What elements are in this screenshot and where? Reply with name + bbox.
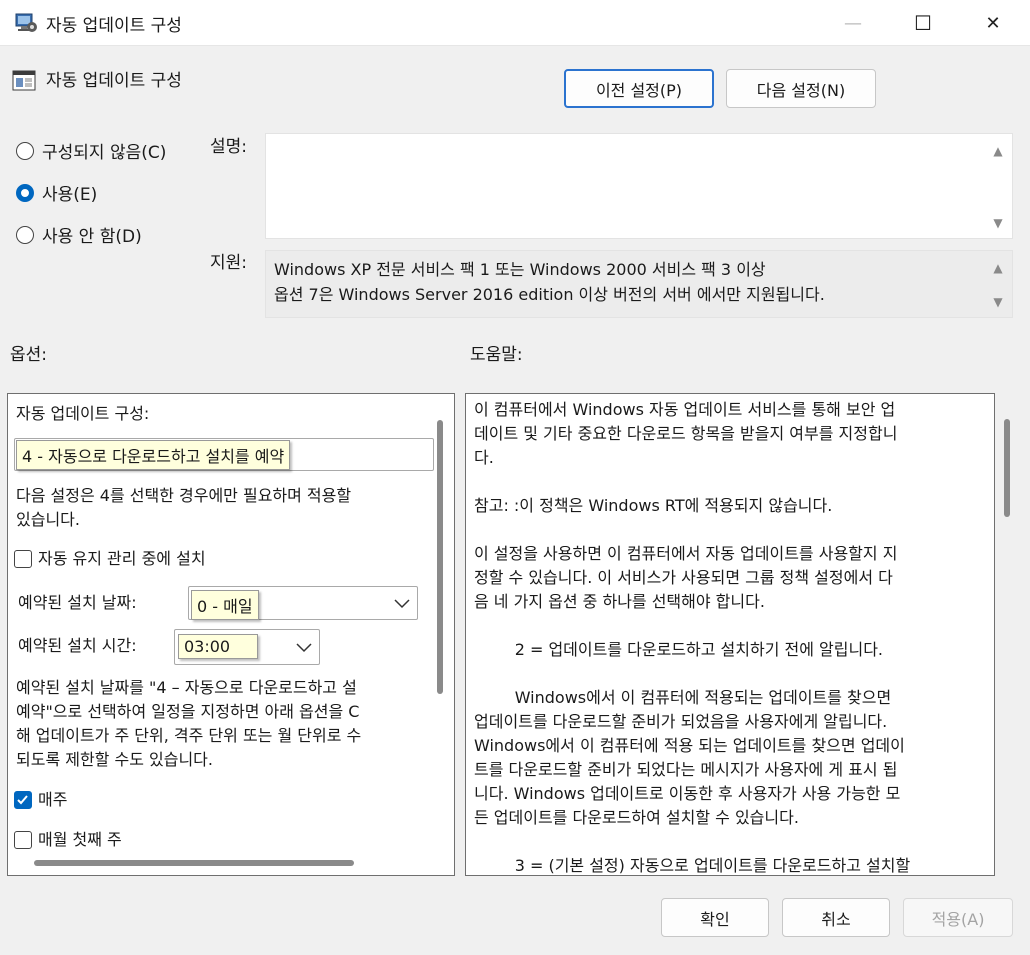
radio-label: 사용(E) xyxy=(42,185,98,205)
install-during-maintenance-label: 자동 유지 관리 중에 설치 xyxy=(38,549,206,568)
close-icon: ✕ xyxy=(985,12,1001,34)
help-paragraph: 이 설정을 사용하면 이 컴퓨터에서 자동 업데이트를 사용할지 지 정할 수 … xyxy=(474,544,898,611)
supported-label: 지원: xyxy=(210,253,248,273)
options-paragraph-line-1: 예약된 설치 날짜를 "4 – 자동으로 다운로드하고 설 xyxy=(16,678,357,697)
weekly-checkbox[interactable]: 매주 xyxy=(14,788,67,812)
options-note-line-2: 있습니다. xyxy=(16,510,80,529)
help-paragraph: 참고: :이 정책은 Windows RT에 적용되지 않습니다. xyxy=(474,496,833,515)
policy-setting-icon xyxy=(12,68,36,92)
description-box[interactable]: ▲ ▼ xyxy=(265,133,1013,239)
supported-box[interactable]: Windows XP 전문 서비스 팩 1 또는 Windows 2000 서비… xyxy=(265,250,1013,318)
next-setting-button[interactable]: 다음 설정(N) xyxy=(726,69,876,108)
checkbox-box xyxy=(14,550,32,568)
group-policy-app-icon xyxy=(14,12,38,34)
install-time-label: 예약된 설치 시간: xyxy=(18,636,137,655)
install-time-value: 03:00 xyxy=(178,634,258,659)
first-week-label: 매월 첫째 주 xyxy=(38,830,122,849)
radio-not-configured[interactable]: 구성되지 않음(C) xyxy=(16,138,166,163)
install-day-label: 예약된 설치 날짜: xyxy=(18,593,137,612)
scroll-up-arrow-icon[interactable]: ▲ xyxy=(990,144,1006,158)
scroll-down-arrow-icon[interactable]: ▼ xyxy=(990,216,1006,230)
configure-updates-label: 자동 업데이트 구성: xyxy=(16,404,150,423)
radio-indicator xyxy=(16,183,34,202)
options-paragraph-line-3: 해 업데이트가 주 단위, 격주 단위 또는 월 단위로 수 xyxy=(16,726,362,745)
checkmark-icon xyxy=(17,795,28,805)
first-week-checkbox[interactable]: 매월 첫째 주 xyxy=(14,828,122,852)
apply-button[interactable]: 적용(A) xyxy=(903,898,1013,937)
radio-label: 구성되지 않음(C) xyxy=(42,143,167,163)
maximize-button[interactable]: ☐ xyxy=(900,0,946,46)
options-section-label: 옵션: xyxy=(10,345,48,365)
radio-disabled[interactable]: 사용 안 함(D) xyxy=(16,222,142,247)
minimize-button[interactable]: — xyxy=(830,0,876,46)
radio-indicator xyxy=(16,141,34,160)
scroll-up-arrow-icon[interactable]: ▲ xyxy=(990,261,1006,275)
help-paragraph: 2 = 업데이트를 다운로드하고 설치하기 전에 알립니다. xyxy=(474,640,883,659)
install-during-maintenance-checkbox[interactable]: 자동 유지 관리 중에 설치 xyxy=(14,547,206,571)
options-paragraph-line-2: 예약"으로 선택하여 일정을 지정하면 아래 옵션을 C xyxy=(16,702,360,721)
chevron-down-icon xyxy=(296,643,312,653)
scroll-down-arrow-icon[interactable]: ▼ xyxy=(990,295,1006,309)
description-label: 설명: xyxy=(210,137,248,157)
window-title: 자동 업데이트 구성 xyxy=(46,16,182,36)
vertical-scroll-thumb[interactable] xyxy=(437,420,443,694)
radio-indicator xyxy=(16,225,34,244)
title-bar: 자동 업데이트 구성 — ☐ ✕ xyxy=(0,0,1030,46)
help-vertical-scroll-thumb[interactable] xyxy=(1004,419,1010,517)
configure-updates-value: 4 - 자동으로 다운로드하고 설치를 예약 xyxy=(16,440,291,470)
help-section-label: 도움말: xyxy=(470,345,523,365)
close-button[interactable]: ✕ xyxy=(970,0,1016,46)
install-day-value: 0 - 매일 xyxy=(191,590,259,620)
previous-setting-button[interactable]: 이전 설정(P) xyxy=(564,69,714,108)
help-paragraph: 3 = (기본 설정) 자동으로 업데이트를 다운로드하고 설치할 xyxy=(474,856,911,875)
help-paragraph: 이 컴퓨터에서 Windows 자동 업데이트 서비스를 통해 보안 업 데이트… xyxy=(474,400,898,467)
horizontal-scroll-thumb[interactable] xyxy=(34,860,354,866)
checkbox-box xyxy=(14,831,32,849)
cancel-button[interactable]: 취소 xyxy=(782,898,890,937)
options-paragraph-line-4: 되도록 제한할 수도 있습니다. xyxy=(16,750,213,769)
help-paragraph: Windows에서 이 컴퓨터에 적용되는 업데이트를 찾으면 업데이트를 다운… xyxy=(474,688,905,827)
supported-line-1: Windows XP 전문 서비스 팩 1 또는 Windows 2000 서비… xyxy=(274,260,766,279)
chevron-down-icon xyxy=(394,599,410,609)
policy-title: 자동 업데이트 구성 xyxy=(46,71,182,91)
ok-button[interactable]: 확인 xyxy=(661,898,769,937)
radio-label: 사용 안 함(D) xyxy=(42,227,142,247)
options-panel[interactable]: 자동 업데이트 구성: 4 - 자동으로 다운로드하고 설치를 예약 다음 설정… xyxy=(7,393,455,876)
minimize-icon: — xyxy=(844,12,862,34)
weekly-label: 매주 xyxy=(38,790,68,809)
maximize-icon: ☐ xyxy=(914,11,932,35)
checkbox-box xyxy=(14,791,32,809)
supported-line-2: 옵션 7은 Windows Server 2016 edition 이상 버전의… xyxy=(274,285,825,304)
radio-enabled[interactable]: 사용(E) xyxy=(16,180,97,205)
horizontal-scrollbar[interactable] xyxy=(8,850,454,875)
options-note-line-1: 다음 설정은 4를 선택한 경우에만 필요하며 적용할 xyxy=(16,486,352,505)
help-panel[interactable]: 이 컴퓨터에서 Windows 자동 업데이트 서비스를 통해 보안 업 데이트… xyxy=(465,393,995,876)
